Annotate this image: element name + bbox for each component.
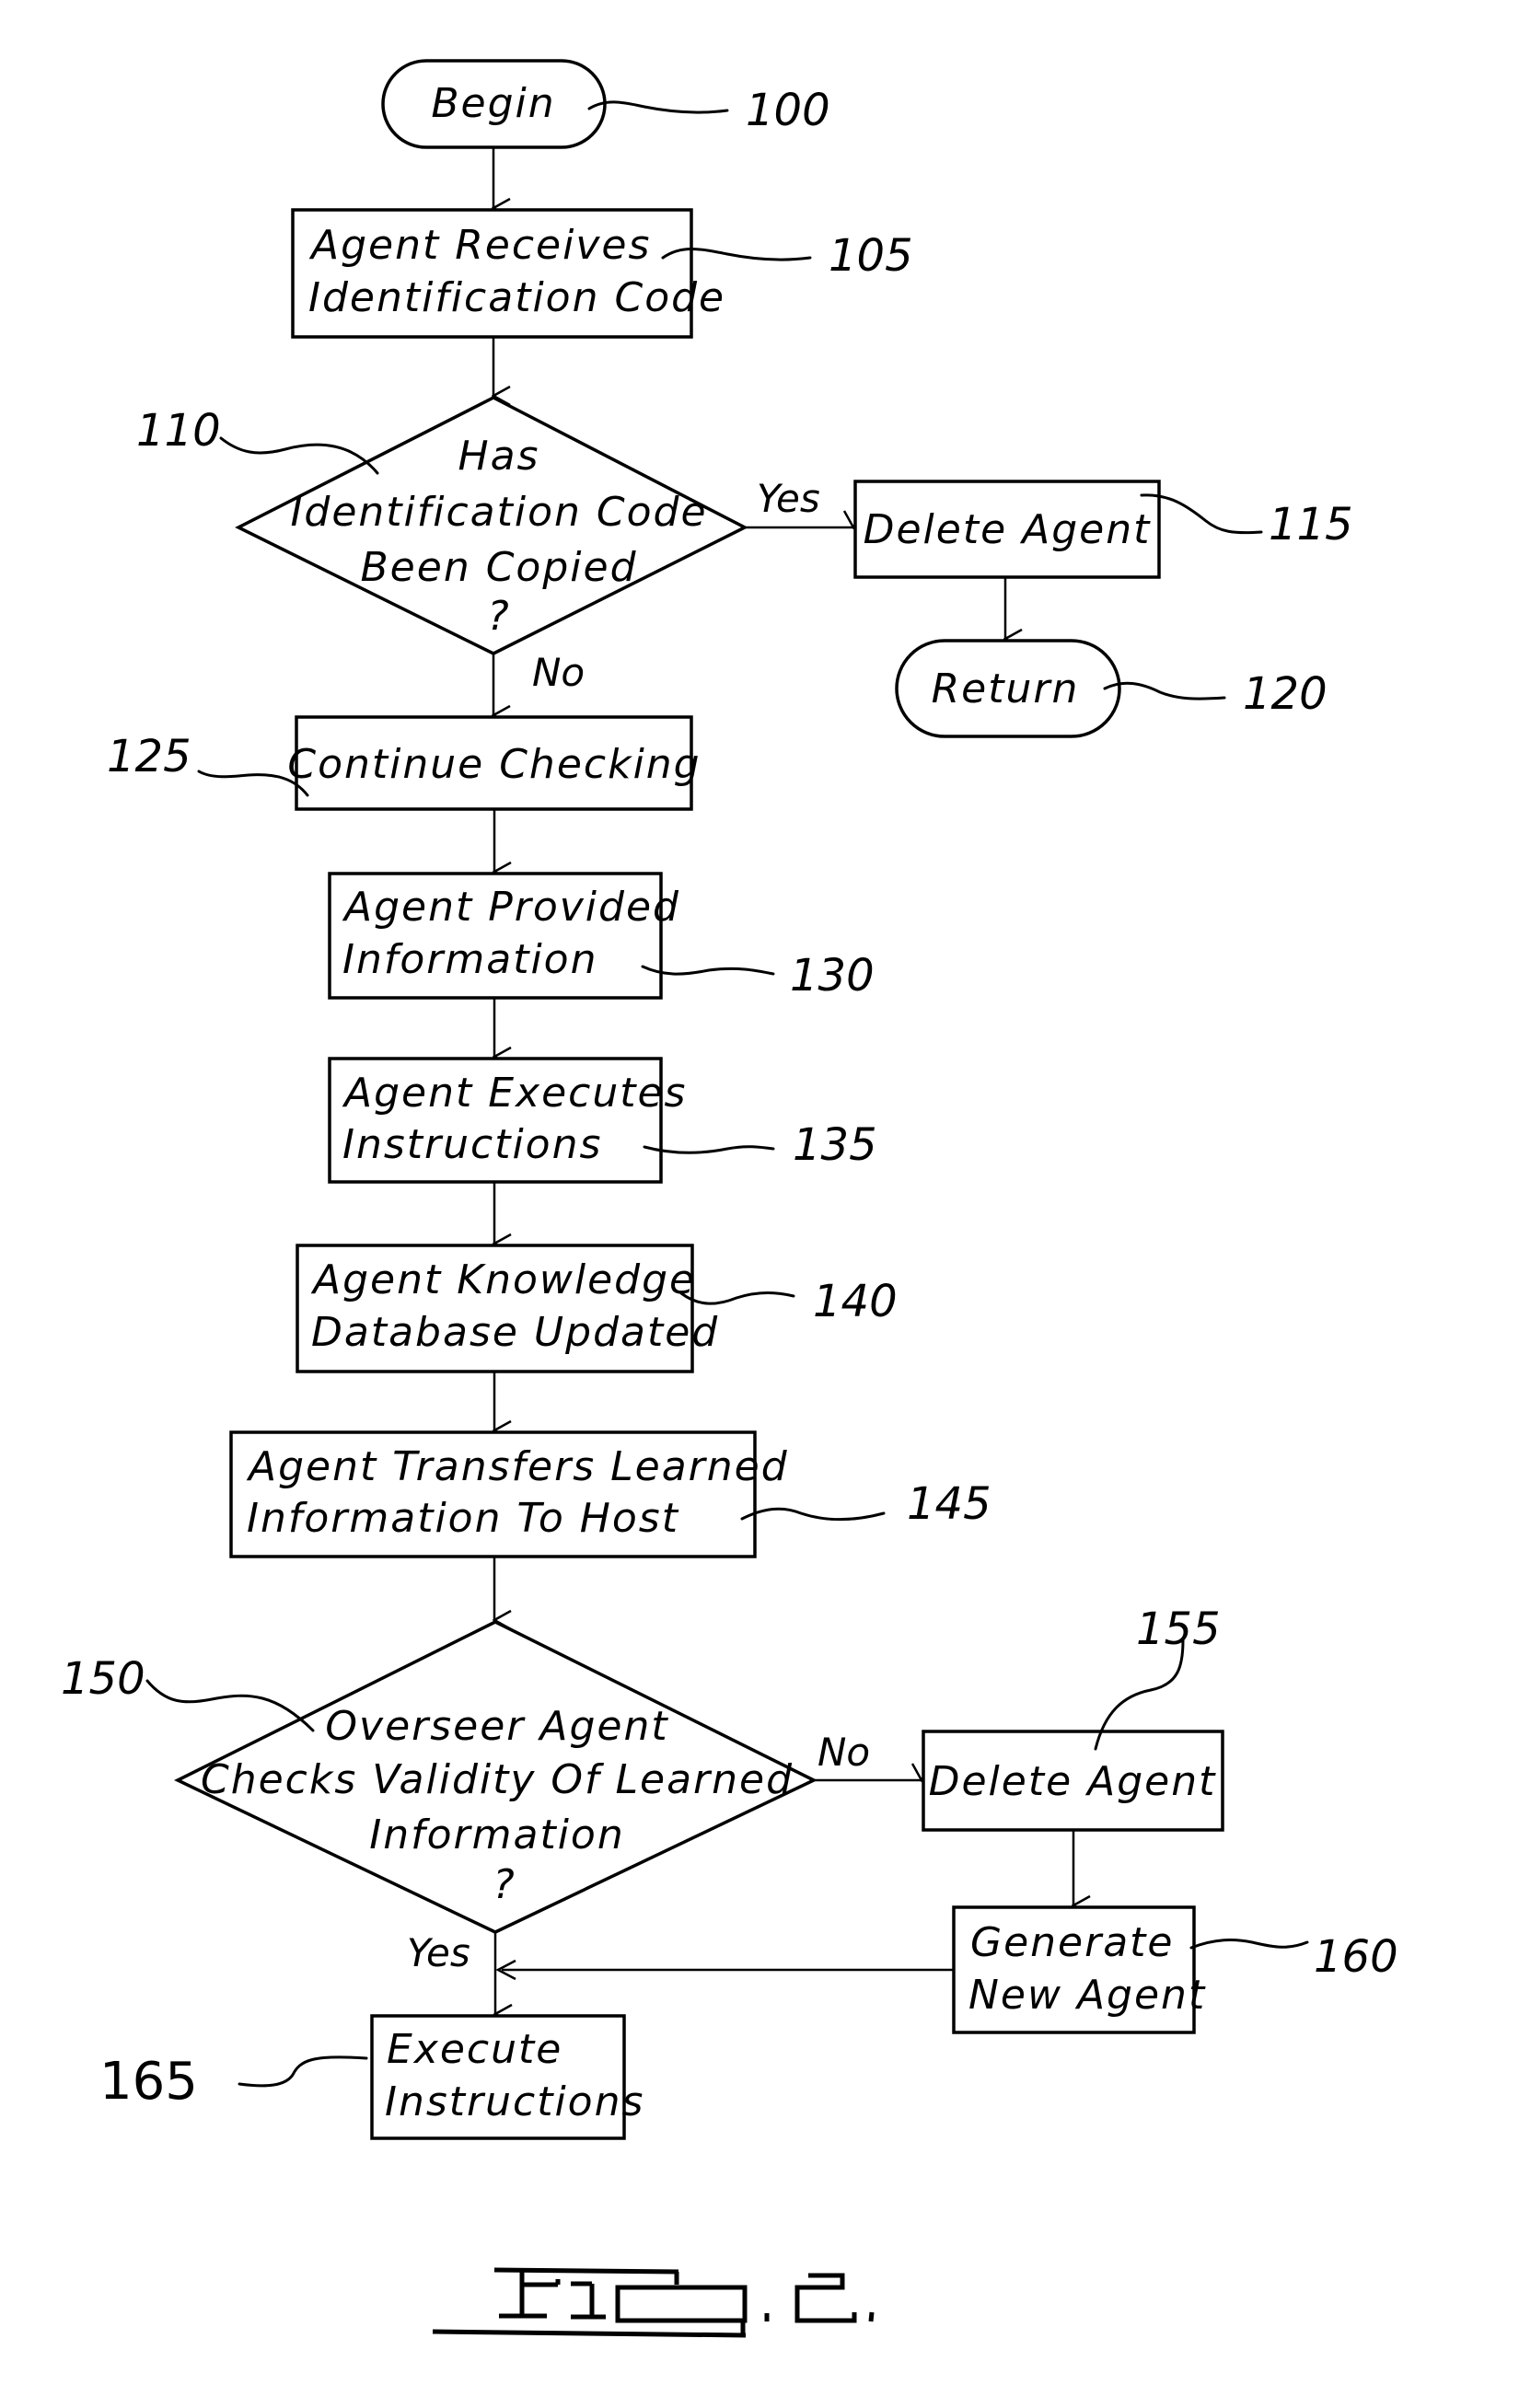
ref-label-100: 100 xyxy=(746,85,830,136)
edge-label-no-150: No xyxy=(817,1730,870,1775)
node-150: Overseer Agent Checks Validity Of Learne… xyxy=(174,1620,817,1934)
fig-caption-stroke xyxy=(493,2267,679,2275)
node-130-line-1: Agent Provided xyxy=(342,884,680,931)
node-165-line-2: Instructions xyxy=(385,2078,644,2125)
ref-label-105: 105 xyxy=(829,230,913,282)
ref-label-110: 110 xyxy=(136,405,221,457)
node-105-line-1: Agent Receives xyxy=(308,222,651,269)
edge-label-yes-150: Yes xyxy=(407,1930,470,1975)
leader-120 xyxy=(1103,681,1226,700)
node-145-line-2: Information To Host xyxy=(247,1495,679,1542)
ref-label-145: 145 xyxy=(907,1478,991,1530)
leader-135 xyxy=(643,1145,775,1154)
node-115-text: Delete Agent xyxy=(864,506,1152,553)
node-145: Agent Transfers Learned Information To H… xyxy=(229,1430,789,1558)
edge-label-yes-110: Yes xyxy=(757,476,820,521)
node-115: Delete Agent xyxy=(853,480,1161,579)
node-120-text: Return xyxy=(932,666,1080,712)
node-145-line-1: Agent Transfers Learned xyxy=(246,1443,789,1490)
ref-label-150: 150 xyxy=(61,1653,145,1705)
leader-100 xyxy=(587,100,729,114)
flowchart: Begin Agent Receives Identification Code… xyxy=(61,59,1398,2338)
node-105-line-2: Identification Code xyxy=(308,274,725,321)
ref-label-160: 160 xyxy=(1314,1931,1398,1983)
node-155-text: Delete Agent xyxy=(929,1758,1217,1805)
node-160-line-1: Generate xyxy=(970,1919,1175,1966)
ref-label-135: 135 xyxy=(793,1119,877,1171)
node-105: Agent Receives Identification Code xyxy=(291,208,725,339)
node-135-line-2: Instructions xyxy=(342,1121,602,1168)
ref-label-155: 155 xyxy=(1136,1603,1221,1655)
node-130-line-2: Information xyxy=(342,936,597,983)
edge-label-no-110: No xyxy=(532,650,585,695)
node-125-text: Continue Checking xyxy=(287,741,701,788)
node-120: Return xyxy=(895,639,1121,738)
node-135-line-1: Agent Executes xyxy=(342,1070,687,1117)
fig-caption-stroke xyxy=(615,2285,748,2323)
node-165: Execute Instructions xyxy=(370,2014,644,2140)
node-110-line-1: Has xyxy=(458,433,540,480)
node-110-line-4: ? xyxy=(487,593,510,640)
node-150-line-2: Checks Validity Of Learned xyxy=(201,1756,794,1803)
node-150-line-4: ? xyxy=(493,1861,516,1908)
node-110: Has Identification Code Been Copied ? xyxy=(235,396,748,655)
node-125: Continue Checking xyxy=(287,715,701,811)
leader-160 xyxy=(1189,1939,1309,1950)
ref-label-115: 115 xyxy=(1269,499,1353,550)
ref-label-140: 140 xyxy=(813,1276,898,1327)
node-165-line-1: Execute xyxy=(387,2026,562,2073)
node-100: Begin xyxy=(381,59,607,149)
node-140-line-1: Agent Knowledge xyxy=(310,1256,696,1303)
node-160: Generate New Agent xyxy=(952,1905,1206,2034)
node-160-line-2: New Agent xyxy=(968,1972,1206,2019)
node-155: Delete Agent xyxy=(922,1730,1224,1832)
node-110-line-3: Been Copied xyxy=(361,544,638,591)
node-140-line-2: Database Updated xyxy=(311,1309,719,1356)
node-130: Agent Provided Information xyxy=(328,872,680,1000)
node-150-line-1: Overseer Agent xyxy=(325,1703,668,1750)
leader-150 xyxy=(145,1679,315,1732)
node-100-text: Begin xyxy=(431,80,555,127)
fig-caption-underline xyxy=(432,2329,747,2338)
ref-label-120: 120 xyxy=(1243,668,1328,720)
leader-165 xyxy=(238,2055,368,2088)
node-110-line-2: Identification Code xyxy=(290,489,707,536)
fig-caption-period xyxy=(868,2311,875,2322)
fig-caption-digit-2 xyxy=(794,2273,857,2323)
ref-label-130: 130 xyxy=(790,950,875,1001)
node-150-line-3: Information xyxy=(369,1812,624,1858)
ref-label-165: 165 xyxy=(99,2052,198,2112)
node-140: Agent Knowledge Database Updated xyxy=(296,1244,719,1373)
node-135: Agent Executes Instructions xyxy=(328,1057,687,1184)
ref-label-125: 125 xyxy=(107,731,191,782)
leader-140 xyxy=(679,1291,795,1305)
leader-145 xyxy=(740,1507,886,1522)
